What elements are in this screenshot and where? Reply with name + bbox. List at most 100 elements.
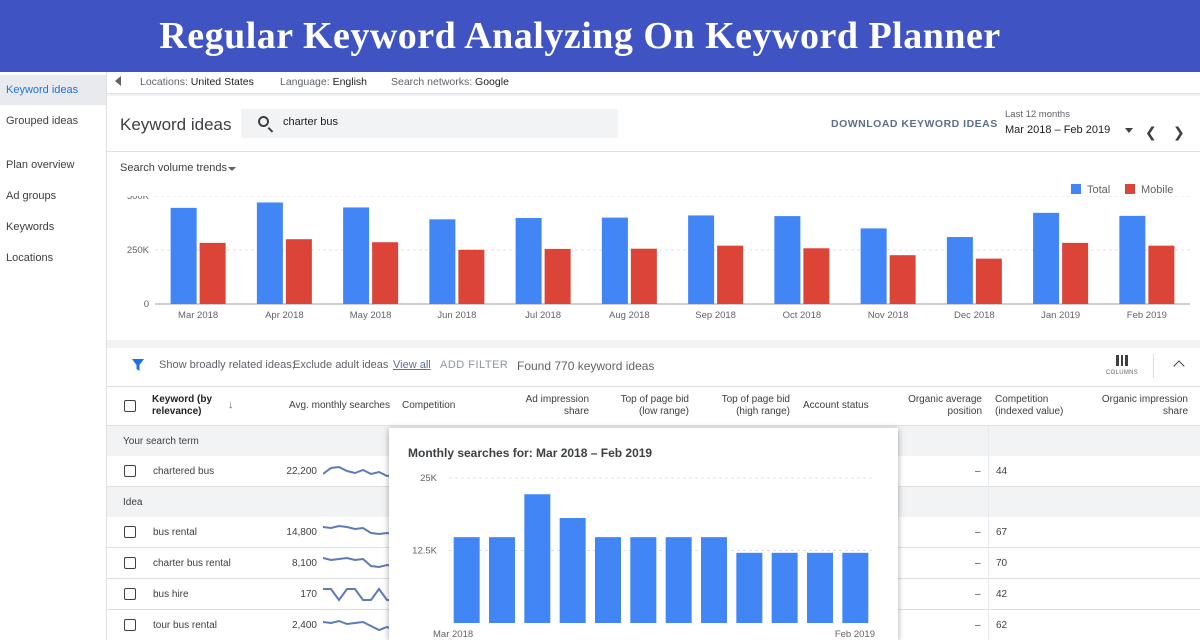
date-range-dropdown-icon[interactable] xyxy=(1125,128,1133,133)
col-avg-searches[interactable]: Avg. monthly searches xyxy=(289,400,390,412)
x-tick-label: May 2018 xyxy=(350,310,392,321)
row-checkbox[interactable] xyxy=(124,465,136,477)
bar-monthly-searches xyxy=(524,494,551,623)
y-tick-label: 12.5K xyxy=(412,546,437,557)
locations-filter[interactable]: Locations: United States xyxy=(140,76,254,88)
competition-index-cell: 44 xyxy=(996,466,1008,477)
col-account-status[interactable]: Account status xyxy=(803,400,869,412)
legend-total: Total xyxy=(1071,184,1110,196)
keyword-cell: chartered bus xyxy=(153,466,215,477)
organic-position-cell: – xyxy=(975,620,981,631)
legend-label-total: Total xyxy=(1087,184,1111,196)
col-keyword-line1: Keyword (by xyxy=(152,394,213,405)
x-tick-label: Aug 2018 xyxy=(609,310,650,321)
x-tick-label: Mar 2018 xyxy=(178,310,218,321)
legend-label-mobile: Mobile xyxy=(1141,184,1174,196)
sidebar-item-locations[interactable]: Locations xyxy=(0,243,106,273)
trend-sparkline xyxy=(323,465,393,478)
bar-mobile xyxy=(199,242,226,304)
columns-icon[interactable] xyxy=(1116,355,1128,366)
volume-cell: 2,400 xyxy=(291,620,317,631)
collapse-up-icon[interactable] xyxy=(1173,360,1185,372)
organic-position-cell: – xyxy=(975,589,981,600)
bar-monthly-searches xyxy=(595,537,621,623)
download-keyword-ideas-button[interactable]: DOWNLOAD KEYWORD IDEAS xyxy=(831,118,998,130)
language-value: English xyxy=(332,76,368,88)
row-checkbox[interactable] xyxy=(124,619,136,631)
locations-label: Locations: xyxy=(140,76,188,88)
collapse-left-icon[interactable] xyxy=(115,76,121,86)
divider xyxy=(1153,354,1154,378)
add-filter-button[interactable]: ADD FILTER xyxy=(440,359,508,371)
monthly-searches-popup: Monthly searches for: Mar 2018 – Feb 201… xyxy=(389,428,898,640)
bar-monthly-searches xyxy=(630,537,657,623)
sidebar: Keyword ideas Grouped ideas Plan overvie… xyxy=(0,72,107,640)
select-all-checkbox[interactable] xyxy=(124,400,136,412)
x-tick-label: Apr 2018 xyxy=(265,310,304,321)
filter-icon[interactable] xyxy=(131,358,145,372)
search-query[interactable]: charter bus xyxy=(283,116,338,128)
bar-monthly-searches xyxy=(842,552,869,623)
y-tick-label: 25K xyxy=(420,473,438,484)
date-range-value[interactable]: Mar 2018 – Feb 2019 xyxy=(1005,124,1110,136)
popup-title: Monthly searches for: Mar 2018 – Feb 201… xyxy=(408,446,653,460)
sidebar-item-keyword-ideas[interactable]: Keyword ideas xyxy=(0,75,106,105)
col-competition-index[interactable]: Competition (indexed value) xyxy=(995,394,1063,418)
sidebar-item-grouped-ideas[interactable]: Grouped ideas xyxy=(0,106,106,136)
bar-monthly-searches xyxy=(736,552,763,623)
legend-mobile: Mobile xyxy=(1125,184,1173,196)
y-tick-label: 500K xyxy=(127,196,150,202)
organic-position-cell: – xyxy=(975,527,981,538)
bar-total xyxy=(774,216,801,304)
x-tick-label: Sep 2018 xyxy=(695,310,736,321)
bar-total xyxy=(860,228,887,304)
col-ad-impression-share[interactable]: Ad impression share xyxy=(509,394,589,418)
col-organic-impression-share[interactable]: Organic impression share xyxy=(1092,394,1188,418)
keyword-cell: charter bus rental xyxy=(153,558,231,569)
adult-ideas-filter[interactable]: Exclude adult ideas xyxy=(293,359,388,371)
language-filter[interactable]: Language: English xyxy=(280,76,367,88)
filter-bar: Show broadly related ideas; Exclude adul… xyxy=(107,348,1200,386)
bar-monthly-searches xyxy=(489,537,515,623)
search-volume-trends-dropdown[interactable]: Search volume trends xyxy=(120,162,227,174)
table-header: Keyword (by relevance) ↓ Avg. monthly sea… xyxy=(107,386,1200,426)
x-tick-label: Oct 2018 xyxy=(783,310,822,321)
x-tick-label: Feb 2019 xyxy=(835,629,875,640)
section-label: Your search term xyxy=(123,436,199,447)
bar-mobile xyxy=(544,248,571,304)
broad-ideas-filter[interactable]: Show broadly related ideas; xyxy=(159,359,295,371)
competition-index-cell: 67 xyxy=(996,527,1008,538)
col-organic-position[interactable]: Organic average position xyxy=(897,394,982,418)
volume-cell: 14,800 xyxy=(286,527,317,538)
organic-position-cell: – xyxy=(975,558,981,569)
col-top-bid-low-line1: Top of page bid xyxy=(620,394,689,405)
row-checkbox[interactable] xyxy=(124,526,136,538)
bar-monthly-searches xyxy=(771,552,798,623)
x-tick-label: Dec 2018 xyxy=(954,310,995,321)
columns-label[interactable]: COLUMNS xyxy=(1106,370,1138,376)
row-checkbox[interactable] xyxy=(124,557,136,569)
col-organic-position-line1: Organic average xyxy=(908,394,982,405)
column-divider xyxy=(988,426,989,640)
sidebar-item-ad-groups[interactable]: Ad groups xyxy=(0,181,106,211)
networks-filter[interactable]: Search networks: Google xyxy=(391,76,509,88)
sidebar-item-keywords[interactable]: Keywords xyxy=(0,212,106,242)
sort-arrow-icon[interactable]: ↓ xyxy=(228,399,234,411)
trend-sparkline xyxy=(323,556,393,569)
col-competition[interactable]: Competition xyxy=(402,400,455,412)
bar-monthly-searches xyxy=(701,537,727,623)
targeting-bar: Locations: United States Language: Engli… xyxy=(107,72,1200,94)
row-checkbox[interactable] xyxy=(124,588,136,600)
col-top-bid-low[interactable]: Top of page bid (low range) xyxy=(607,394,689,418)
previous-period-icon[interactable]: ❮ xyxy=(1145,124,1157,141)
bar-total xyxy=(601,217,628,304)
banner-title: Regular Keyword Analyzing On Keyword Pla… xyxy=(159,15,1001,57)
dropdown-caret-icon[interactable] xyxy=(228,167,236,171)
col-top-bid-low-line2: (low range) xyxy=(638,406,689,417)
view-all-link[interactable]: View all xyxy=(393,359,431,371)
col-top-bid-high[interactable]: Top of page bid (high range) xyxy=(707,394,790,418)
next-period-icon[interactable]: ❯ xyxy=(1173,124,1185,141)
search-input[interactable]: charter bus xyxy=(241,109,618,138)
sidebar-item-plan-overview[interactable]: Plan overview xyxy=(0,150,106,180)
col-keyword[interactable]: Keyword (by relevance) xyxy=(152,394,212,418)
